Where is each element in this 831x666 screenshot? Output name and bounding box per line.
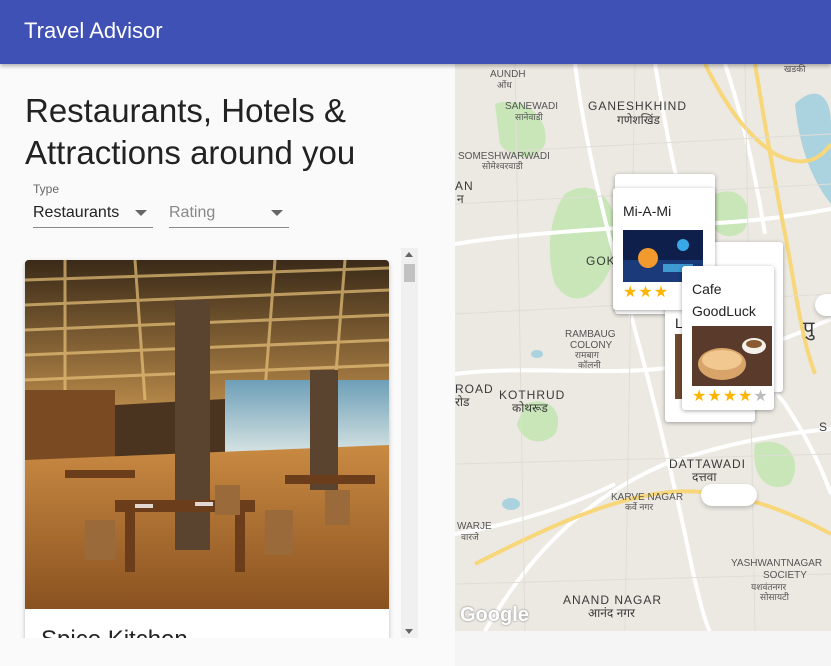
places-list: Spice Kitchen bbox=[0, 248, 418, 638]
app-bar: Travel Advisor bbox=[0, 0, 831, 64]
map-label: गणेशखिंड bbox=[617, 113, 660, 127]
map-label: दत्तवा bbox=[692, 470, 717, 484]
cloud-icon bbox=[701, 484, 757, 506]
map-label: पु bbox=[803, 318, 815, 340]
cloud-icon bbox=[815, 294, 831, 316]
rating-stars-icon: ★★★★★ bbox=[692, 388, 769, 405]
google-logo: Google bbox=[460, 604, 529, 626]
scroll-thumb[interactable] bbox=[404, 264, 415, 282]
places-panel: Restaurants, Hotels & Attractions around… bbox=[0, 64, 455, 666]
marker-name: Mi-A-Mi bbox=[623, 203, 672, 219]
map-label: ROAD bbox=[455, 382, 494, 396]
map-label: सोमेश्वरवाडी bbox=[482, 161, 523, 171]
map-marker-cafe-goodluck[interactable]: Cafe GoodLuck ★★★★★ bbox=[682, 266, 774, 410]
map-label: आनंद नगर bbox=[588, 606, 635, 620]
map-label: RAMBAUG bbox=[565, 329, 616, 340]
map-label: कोथरूड bbox=[512, 401, 548, 415]
map-label: खडकी bbox=[784, 64, 806, 74]
map-label: S bbox=[819, 420, 829, 434]
type-value: Restaurants bbox=[33, 204, 120, 221]
type-select[interactable]: Type Restaurants bbox=[33, 180, 153, 228]
map-label: AN bbox=[455, 179, 474, 193]
map-label: GANESHKHIND bbox=[588, 99, 688, 113]
map-label: कॉलनी bbox=[578, 360, 601, 370]
rating-placeholder: Rating bbox=[169, 204, 216, 221]
marker-photo bbox=[692, 326, 772, 386]
map-label: न bbox=[457, 192, 464, 206]
list-scrollbar[interactable] bbox=[401, 248, 418, 638]
marker-name: Cafe GoodLuck bbox=[692, 281, 756, 319]
rating-stars-icon: ★★★ bbox=[623, 284, 670, 301]
map-label: वारजे bbox=[461, 532, 479, 542]
map-label: KOTHRUD bbox=[499, 388, 566, 402]
map-label: DATTAWADI bbox=[669, 457, 746, 471]
map-label: YASHWANTNAGAR bbox=[731, 558, 823, 569]
rating-select[interactable]: Rating bbox=[169, 180, 289, 228]
map-label: SOCIETY bbox=[763, 570, 807, 581]
map-label: सानेवाडी bbox=[515, 112, 543, 122]
place-card[interactable]: Spice Kitchen bbox=[25, 260, 389, 638]
scroll-up-icon[interactable] bbox=[405, 252, 413, 257]
scroll-down-icon[interactable] bbox=[405, 629, 413, 634]
map-view[interactable]: AUNDH ओंध SANEWADI सानेवाडी GANESHKHIND … bbox=[455, 64, 831, 631]
map-label: ओंध bbox=[497, 80, 512, 90]
map-label: GOK bbox=[586, 254, 616, 268]
map-label: WARJE bbox=[457, 521, 492, 532]
map-label: रोड bbox=[455, 395, 470, 409]
place-name: Spice Kitchen bbox=[41, 626, 188, 638]
map-label: ANAND NAGAR bbox=[563, 593, 663, 607]
type-label: Type bbox=[33, 182, 60, 196]
restaurant-photo bbox=[25, 260, 389, 609]
map-label: कर्वे नगर bbox=[625, 502, 654, 512]
dropdown-arrow-icon bbox=[135, 210, 147, 216]
app-title: Travel Advisor bbox=[24, 18, 163, 43]
map-label: AUNDH bbox=[490, 69, 526, 80]
map-label: SANEWADI bbox=[505, 101, 558, 112]
map-label: सोसायटी bbox=[760, 592, 789, 602]
page-title: Restaurants, Hotels & Attractions around… bbox=[25, 92, 356, 171]
dropdown-arrow-icon bbox=[271, 210, 283, 216]
